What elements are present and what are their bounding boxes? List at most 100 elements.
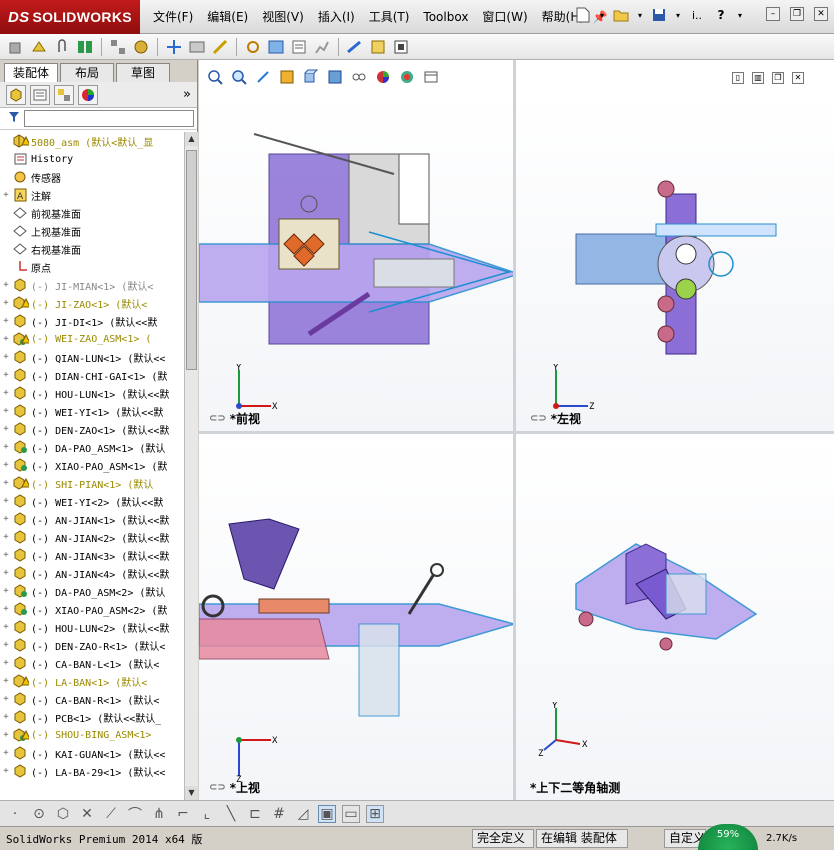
close-window-icon[interactable]: ✕ (792, 72, 804, 84)
tree-item[interactable]: + (-) CA-BAN-L<1> (默认< (0, 654, 184, 672)
restore-icon[interactable]: ❐ (790, 7, 804, 21)
tree-item[interactable]: + (-) DIAN-CHI-GAI<1> (默 (0, 366, 184, 384)
save-icon[interactable] (650, 6, 668, 24)
expand-toggle-icon[interactable]: + (0, 712, 12, 722)
chamfer-icon[interactable]: ⌞ (198, 805, 216, 823)
expand-toggle-icon[interactable]: + (0, 190, 12, 200)
expand-toggle-icon[interactable]: + (0, 766, 12, 776)
expand-toggle-icon[interactable]: + (0, 604, 12, 614)
tree-item[interactable]: + (-) LA-BA-29<1> (默认<< (0, 762, 184, 780)
apply-scene-icon[interactable] (397, 67, 417, 87)
tab-layout[interactable]: 布局 (60, 63, 114, 82)
instant3d-icon[interactable] (345, 37, 365, 57)
view-orientation-icon[interactable] (301, 67, 321, 87)
tree-item[interactable]: + A 注解 (0, 186, 184, 204)
show-hidden-icon[interactable] (187, 37, 207, 57)
tree-item[interactable]: 传感器 (0, 168, 184, 186)
menu-toolbox[interactable]: Toolbox (416, 0, 475, 34)
filter-icon[interactable] (8, 111, 20, 126)
expand-toggle-icon[interactable]: + (0, 730, 12, 740)
offset-icon[interactable]: ⌒ (126, 805, 144, 823)
expand-toggle-icon[interactable]: + (0, 532, 12, 542)
view-settings-icon[interactable] (421, 67, 441, 87)
mirror-icon[interactable]: ⋔ (150, 805, 168, 823)
tree-item[interactable]: + (-) XIAO-PAO_ASM<1> (默 (0, 456, 184, 474)
expand-toggle-icon[interactable]: + (0, 406, 12, 416)
tab-assembly[interactable]: 装配体 (4, 63, 58, 82)
expand-toggle-icon[interactable]: + (0, 478, 12, 488)
trim-icon[interactable]: ✕ (78, 805, 96, 823)
options-icon[interactable] (391, 37, 411, 57)
construction-line-icon[interactable]: ╲ (222, 805, 240, 823)
minimize-icon[interactable]: – (766, 7, 780, 21)
tree-item[interactable]: + (-) JI-MIAN<1> (默认< (0, 276, 184, 294)
extend-icon[interactable]: ⟋ (102, 805, 120, 823)
tree-item[interactable]: + (-) HOU-LUN<2> (默认<<默 (0, 618, 184, 636)
expand-toggle-icon[interactable]: + (0, 460, 12, 470)
restore-window-icon[interactable]: ❐ (772, 72, 784, 84)
tree-item[interactable]: + (-) AN-JIAN<2> (默认<<默 (0, 528, 184, 546)
polygon-icon[interactable]: ⬡ (54, 805, 72, 823)
expand-toggle-icon[interactable]: + (0, 658, 12, 668)
configuration-manager-icon[interactable] (54, 84, 74, 105)
sketch-plane-icon[interactable]: ◿ (294, 805, 312, 823)
tree-item[interactable]: + (-) KAI-GUAN<1> (默认<< (0, 744, 184, 762)
expand-toggle-icon[interactable]: + (0, 568, 12, 578)
menu-view[interactable]: 视图(V) (255, 0, 311, 34)
view-four-icon[interactable]: ⊞ (366, 804, 384, 823)
tree-item[interactable]: 上视基准面 (0, 222, 184, 240)
link-icon[interactable]: ⊂⊃ (209, 413, 226, 424)
3d-sketch-icon[interactable]: ▣ (318, 804, 336, 823)
zoom-to-area-icon[interactable] (229, 67, 249, 87)
viewport-splitter-horizontal[interactable] (199, 431, 834, 434)
expand-toggle-icon[interactable]: + (0, 298, 12, 308)
link-views-icon[interactable]: ▯ (732, 72, 744, 84)
expand-toggle-icon[interactable]: + (0, 280, 12, 290)
link-icon[interactable]: ⊂⊃ (530, 413, 547, 424)
tree-item[interactable]: + (-) WEI-ZAO_ASM<1> ( (0, 330, 184, 348)
mate-icon[interactable] (75, 37, 95, 57)
tree-item[interactable]: 原点 (0, 258, 184, 276)
graphics-area[interactable]: ▯ ▥ ❐ ✕ Y X ⊂⊃ *前视 Y Z ⊂⊃ *左视 Z X ⊂⊃ *上视… (199, 60, 834, 800)
menu-insert[interactable]: 插入(I) (311, 0, 362, 34)
tree-item[interactable]: + (-) JI-DI<1> (默认<<默 (0, 312, 184, 330)
tree-item[interactable]: + (-) WEI-YI<2> (默认<<默 (0, 492, 184, 510)
expand-toggle-icon[interactable]: + (0, 550, 12, 560)
display-manager-icon[interactable] (78, 84, 98, 105)
assembly-feature-icon[interactable] (210, 37, 230, 57)
tree-item[interactable]: + (-) DEN-ZAO<1> (默认<<默 (0, 420, 184, 438)
tree-item[interactable]: + (-) JI-ZAO<1> (默认< (0, 294, 184, 312)
tree-item[interactable]: + (-) DEN-ZAO-R<1> (默认< (0, 636, 184, 654)
expand-toggle-icon[interactable]: + (0, 316, 12, 326)
zoom-to-fit-icon[interactable] (205, 67, 225, 87)
edit-appearance-icon[interactable] (373, 67, 393, 87)
hide-show-items-icon[interactable] (349, 67, 369, 87)
exploded-view-icon[interactable] (312, 37, 332, 57)
tree-item[interactable]: + (-) DA-PAO_ASM<2> (默认 (0, 582, 184, 600)
expand-toggle-icon[interactable]: + (0, 694, 12, 704)
tree-scrollbar[interactable]: ▲ ▼ (184, 132, 198, 800)
tree-item[interactable]: + (-) WEI-YI<1> (默认<<默 (0, 402, 184, 420)
filter-input[interactable] (24, 110, 194, 127)
paperclip-icon[interactable] (52, 37, 72, 57)
property-manager-icon[interactable] (30, 84, 50, 105)
menu-file[interactable]: 文件(F) (146, 0, 200, 34)
menu-tools[interactable]: 工具(T) (362, 0, 417, 34)
tree-item[interactable]: 前视基准面 (0, 204, 184, 222)
help-icon[interactable]: ? (712, 6, 730, 24)
fillet-icon[interactable]: ⌐ (174, 805, 192, 823)
smart-fastener-icon[interactable] (131, 37, 151, 57)
move-component-icon[interactable] (164, 37, 184, 57)
close-icon[interactable]: ✕ (814, 7, 828, 21)
tab-sketch[interactable]: 草图 (116, 63, 170, 82)
tree-item[interactable]: + (-) HOU-LUN<1> (默认<<默 (0, 384, 184, 402)
previous-view-icon[interactable] (253, 67, 273, 87)
expand-toggle-icon[interactable]: + (0, 622, 12, 632)
tree-item[interactable]: 右视基准面 (0, 240, 184, 258)
solidworks-logo[interactable]: DS SOLIDWORKS (0, 0, 140, 34)
expand-toggle-icon[interactable]: + (0, 424, 12, 434)
viewport-isometric[interactable]: Y X Z *上下二等角轴测 (516, 434, 834, 800)
dropdown-arrow-icon[interactable]: ▾ (636, 6, 644, 24)
display-style-icon[interactable] (325, 67, 345, 87)
viewport-top[interactable]: Z X ⊂⊃ *上视 (199, 434, 513, 800)
